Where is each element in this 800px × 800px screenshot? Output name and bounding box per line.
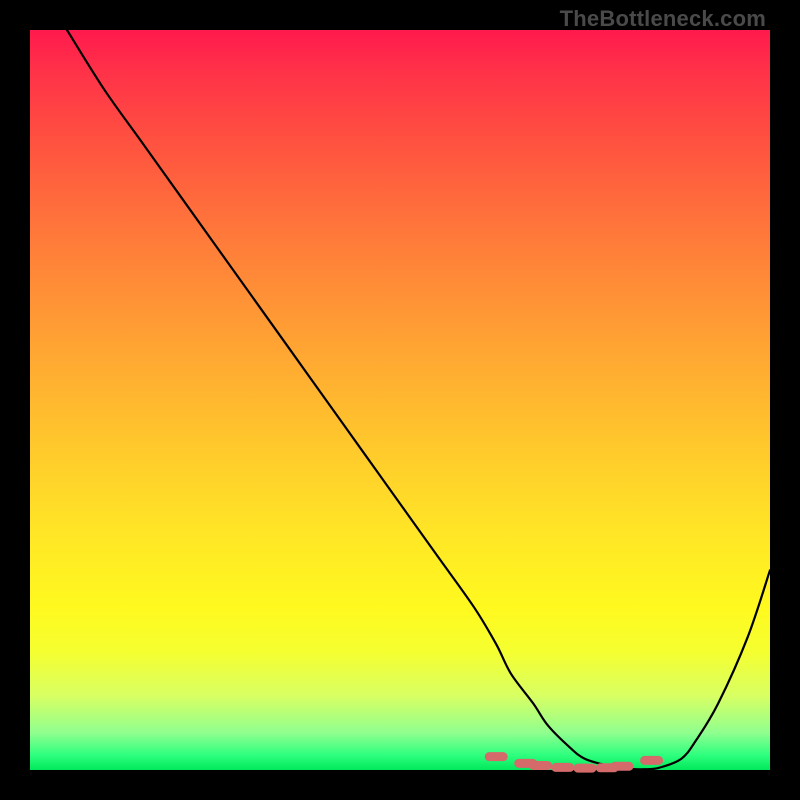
watermark-text: TheBottleneck.com <box>560 6 766 32</box>
bottleneck-curve-line <box>67 30 770 769</box>
chart-svg <box>30 30 770 770</box>
chart-frame <box>30 30 770 770</box>
highlight-dots-group <box>489 757 658 768</box>
